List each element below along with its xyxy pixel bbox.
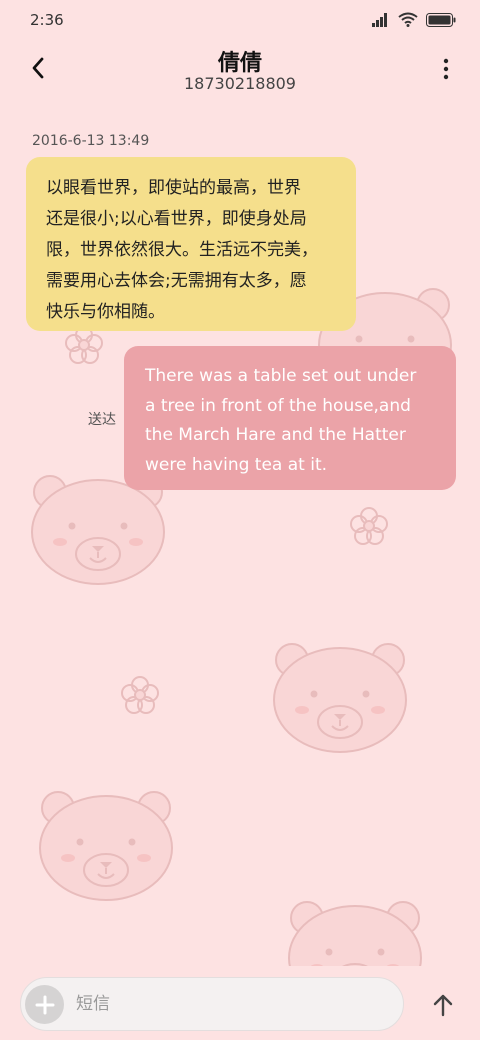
- plus-icon: [35, 995, 54, 1014]
- message-line: the March Hare and the Hatter: [145, 425, 406, 445]
- send-button[interactable]: [428, 990, 458, 1020]
- battery-icon: [426, 12, 456, 27]
- message-line: were having tea at it.: [145, 454, 328, 475]
- contact-name: 倩倩: [217, 51, 262, 76]
- signal-icon: [372, 12, 387, 27]
- more-menu-button[interactable]: [434, 56, 458, 82]
- add-attachment-button[interactable]: [25, 985, 64, 1024]
- message-line: 需要用心去体会;无需拥有太多，愿: [46, 271, 307, 291]
- message-line: There was a table set out under: [145, 366, 417, 386]
- sent-message-bubble[interactable]: There was a table set out under a tree i…: [124, 346, 456, 490]
- more-vertical-icon: [443, 58, 449, 80]
- message-input[interactable]: [76, 990, 386, 1018]
- message-line: 还是很小;以心看世界，即使身处局: [46, 209, 307, 229]
- status-icons: [372, 12, 456, 27]
- background-pattern: [31, 288, 452, 1011]
- message-line: 快乐与你相随。: [46, 302, 165, 322]
- arrow-up-icon: [433, 994, 453, 1017]
- contact-number: 18730218809: [184, 74, 296, 93]
- message-line: 以眼看世界，即使站的最高，世界: [46, 178, 301, 198]
- wifi-icon: [398, 12, 418, 27]
- message-line: 限，世界依然很大。生活远不完美，: [46, 240, 318, 260]
- delivery-status: 送达: [88, 412, 116, 428]
- received-message-bubble[interactable]: 以眼看世界，即使站的最高，世界 还是很小;以心看世界，即使身处局 限，世界依然很…: [26, 157, 356, 331]
- message-line: a tree in front of the house,and: [145, 395, 411, 416]
- status-bar: 2:36: [0, 0, 480, 40]
- status-time: 2:36: [30, 11, 64, 29]
- message-timestamp: 2016-6-13 13:49: [32, 133, 150, 149]
